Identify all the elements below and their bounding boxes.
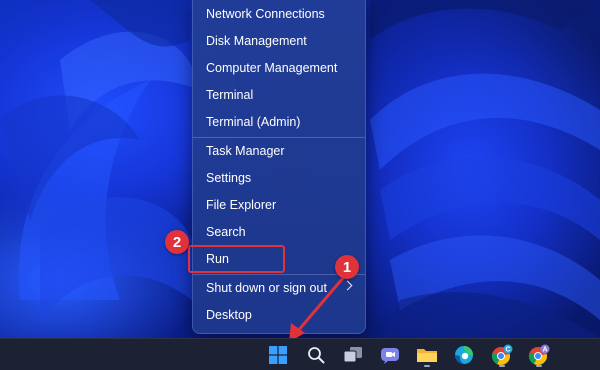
chrome-profile-badge: C	[505, 347, 510, 354]
edge-icon[interactable]	[451, 342, 477, 368]
chrome-profile-badge: A	[542, 347, 547, 354]
step-badge-1: 1	[335, 255, 359, 279]
annotation-arrow	[289, 276, 345, 342]
chrome-profile-icon[interactable]: A	[526, 342, 552, 368]
search-icon[interactable]	[303, 342, 329, 368]
teams-chat-icon[interactable]	[377, 342, 403, 368]
running-indicator	[424, 365, 430, 367]
running-indicator	[536, 365, 542, 367]
running-indicator	[499, 365, 505, 367]
step-badge-2: 2	[165, 230, 189, 254]
chrome-icon[interactable]: C	[489, 342, 515, 368]
file-explorer-icon[interactable]	[414, 342, 440, 368]
task-view-icon[interactable]	[340, 342, 366, 368]
taskbar: C A	[0, 338, 600, 370]
windows-start-icon[interactable]	[265, 342, 291, 368]
